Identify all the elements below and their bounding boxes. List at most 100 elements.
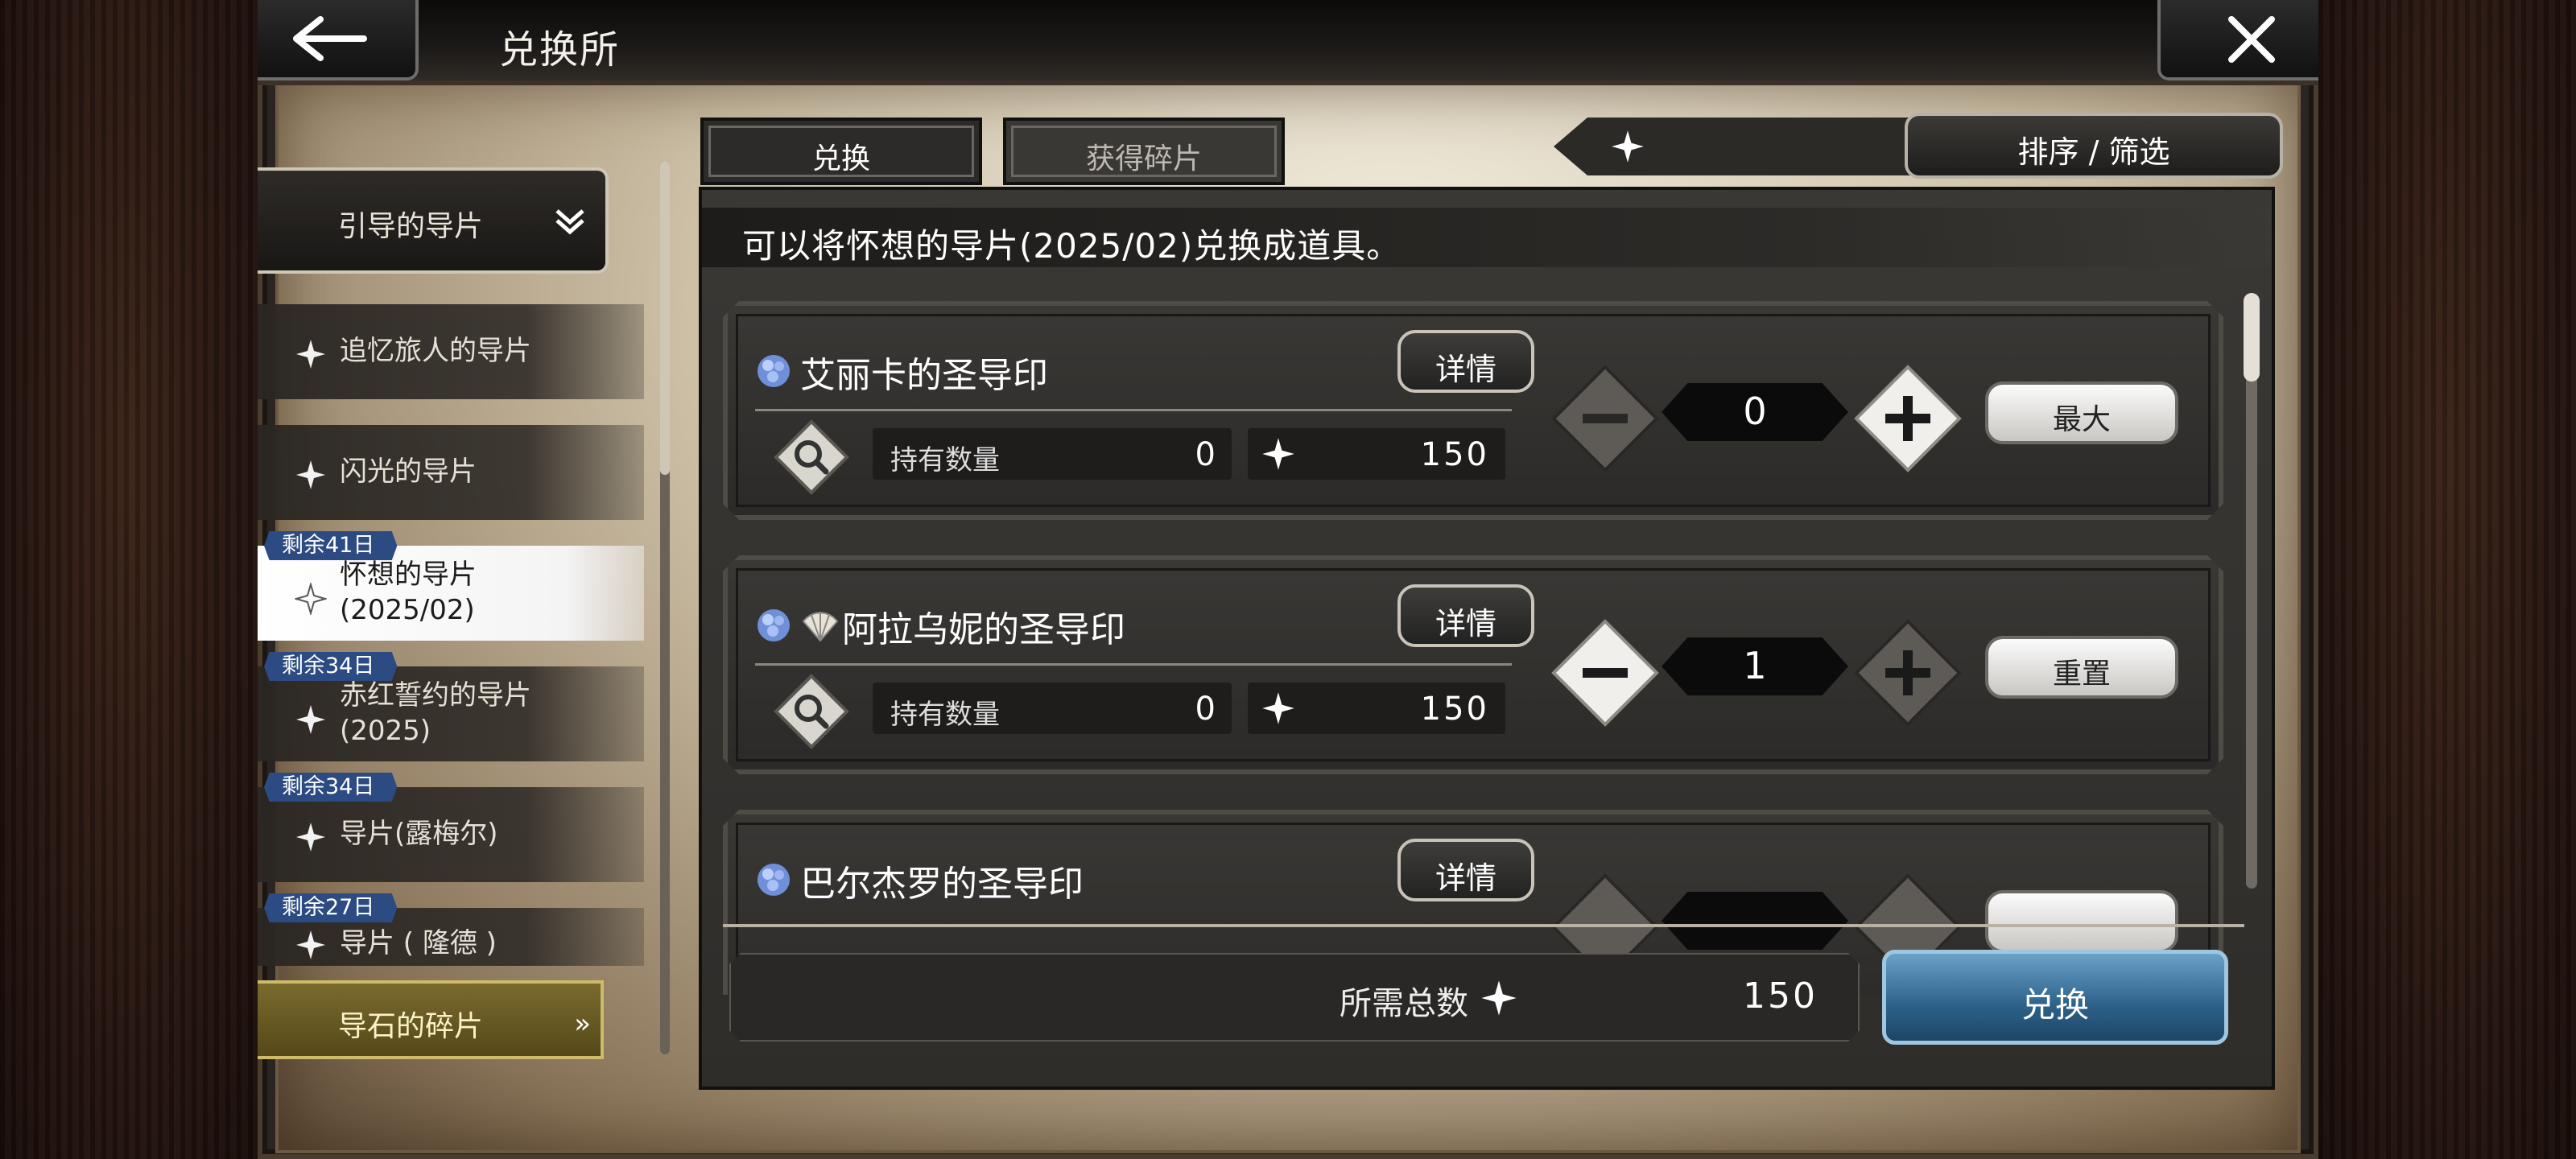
exchange-button[interactable]: 兑换: [1882, 950, 2228, 1045]
exchange-button-label: 兑换: [2021, 985, 2089, 1025]
sidebar-item-label: 导片 ( 隆德 ): [340, 927, 497, 959]
shard-total-icon: [1480, 979, 1518, 1017]
shard-icon: [296, 340, 325, 369]
detail-label: 详情: [1435, 860, 1496, 896]
sidebar-item-label: 怀想的导片 (2025/02): [340, 559, 477, 626]
shard-currency-icon: [1612, 130, 1644, 163]
shard-button-label: 导石的碎片: [338, 1010, 484, 1043]
close-button[interactable]: [2157, 0, 2318, 80]
detail-label: 详情: [1435, 606, 1496, 641]
divider: [723, 924, 2244, 927]
decrease-button[interactable]: [1550, 364, 1660, 473]
total-label: 所需总数: [1340, 985, 1468, 1022]
detail-button[interactable]: 详情: [1397, 584, 1534, 647]
sidebar-item-label: 闪光的导片: [340, 456, 477, 488]
chevron-right-icon: »: [574, 1008, 591, 1040]
max-button[interactable]: 最大: [1985, 382, 2178, 444]
tab-label: 获得碎片: [1085, 142, 1202, 175]
shard-cost-icon: [1261, 691, 1296, 726]
max-label: 最大: [2052, 403, 2111, 436]
sort-filter-button[interactable]: 排序 / 筛选: [1905, 113, 2283, 179]
owned-count-value: 0: [1195, 436, 1216, 473]
description-text: 可以将怀想的导片(2025/02)兑换成道具。: [742, 226, 1402, 266]
back-button[interactable]: [258, 0, 419, 80]
description-bar: 可以将怀想的导片(2025/02)兑换成道具。: [702, 208, 2272, 267]
item-card: 阿拉乌妮的圣导印 详情 持有数量 0 150 1 重置: [723, 555, 2223, 774]
item-card: 艾丽卡的圣导印 详情 持有数量 0 150 0 最大: [723, 301, 2223, 520]
right-curtain: [2318, 0, 2576, 1159]
category-label: 引导的导片: [338, 210, 484, 243]
sidebar-item-traveler-shard[interactable]: 追忆旅人的导片: [258, 304, 644, 399]
left-curtain: [0, 0, 258, 1159]
sidebar: 引导的导片 追忆旅人的导片 闪光的导片 怀想的导片 (2025/02) 剩余41…: [258, 161, 644, 1062]
total-required-bar: 所需总数 150: [729, 953, 1860, 1041]
seal-icon: [755, 353, 792, 390]
shard-icon: [296, 460, 325, 489]
shard-icon: [296, 930, 325, 959]
magnify-icon[interactable]: [773, 673, 850, 750]
sidebar-item-label: 赤红誓约的导片 (2025): [340, 679, 531, 747]
shard-icon: [296, 705, 325, 734]
back-arrow-icon: [293, 16, 367, 61]
sidebar-item-label: 追忆旅人的导片: [340, 335, 531, 367]
sidebar-item-label: 导片(露梅尔): [340, 818, 498, 850]
tab-exchange[interactable]: 兑换: [700, 118, 982, 185]
magnify-icon[interactable]: [773, 419, 850, 496]
divider: [755, 663, 1512, 666]
reset-button[interactable]: 重置: [1985, 636, 2178, 699]
increase-button[interactable]: [1853, 618, 1963, 728]
sort-filter-label: 排序 / 筛选: [2017, 134, 2170, 170]
max-button[interactable]: [1985, 890, 2178, 953]
cost-box: 150: [1248, 683, 1505, 734]
seal-icon: [755, 607, 792, 644]
item-name: 艾丽卡的圣导印: [800, 355, 1048, 396]
detail-label: 详情: [1435, 352, 1496, 387]
list-scrollbar[interactable]: [2244, 293, 2260, 889]
page-title: 兑换所: [499, 27, 621, 72]
total-value: 150: [1743, 975, 1818, 1017]
sidebar-scrollbar[interactable]: [660, 161, 670, 1054]
detail-button[interactable]: 详情: [1397, 330, 1534, 393]
cost-box: 150: [1248, 428, 1505, 480]
remaining-days-badge: 剩余34日: [264, 652, 398, 681]
item-name: 巴尔杰罗的圣导印: [800, 864, 1084, 905]
quantity-display: 0: [1662, 383, 1848, 441]
owned-count-label: 持有数量: [890, 699, 1000, 731]
sidebar-scroll-thumb[interactable]: [660, 161, 670, 475]
shard-cost-icon: [1261, 436, 1296, 472]
owned-count-box: 持有数量 0: [873, 683, 1232, 734]
quantity-display: [1662, 892, 1848, 950]
tab-obtain-shards[interactable]: 获得碎片: [1003, 118, 1285, 185]
remaining-days-badge: 剩余34日: [264, 773, 398, 802]
list-scroll-thumb[interactable]: [2244, 293, 2260, 382]
divider: [755, 409, 1512, 411]
decrease-button[interactable]: [1550, 618, 1660, 728]
cost-value: 150: [1420, 691, 1489, 728]
guide-stone-shard-button[interactable]: 导石的碎片 »: [258, 980, 604, 1059]
shard-icon: [296, 823, 325, 852]
tab-label: 兑换: [811, 142, 870, 175]
increase-button[interactable]: [1853, 364, 1963, 473]
item-list: 艾丽卡的圣导印 详情 持有数量 0 150 0 最大 阿拉乌妮的圣导印 详情 持…: [702, 287, 2272, 995]
quantity-value: 1: [1743, 644, 1767, 687]
cost-value: 150: [1420, 436, 1489, 473]
reset-label: 重置: [2052, 658, 2111, 691]
owned-count-value: 0: [1195, 691, 1216, 728]
owned-count-box: 持有数量 0: [873, 428, 1232, 480]
owned-count-label: 持有数量: [890, 444, 1000, 476]
seal-icon: [755, 861, 792, 898]
sidebar-item-flash-shard[interactable]: 闪光的导片: [258, 425, 644, 520]
remaining-days-badge: 剩余41日: [264, 531, 398, 560]
close-icon: [2228, 16, 2275, 63]
shard-icon: [295, 583, 327, 615]
chevron-down-icon: [555, 209, 584, 235]
header-bar: 兑换所: [258, 0, 2318, 85]
category-dropdown[interactable]: 引导的导片: [258, 167, 609, 274]
exchange-panel: 可以将怀想的导片(2025/02)兑换成道具。 艾丽卡的圣导印 详情 持有数量 …: [699, 187, 2275, 1090]
quantity-display: 1: [1662, 637, 1848, 695]
item-name: 阿拉乌妮的圣导印: [842, 609, 1125, 650]
quantity-value: 0: [1743, 390, 1767, 433]
fan-icon: [802, 610, 839, 642]
detail-button[interactable]: 详情: [1397, 839, 1534, 901]
exchange-window: 兑换所 引导的导片 追忆旅人的导片 闪光的导片 怀想的导片 (2025/02) …: [258, 0, 2318, 1159]
